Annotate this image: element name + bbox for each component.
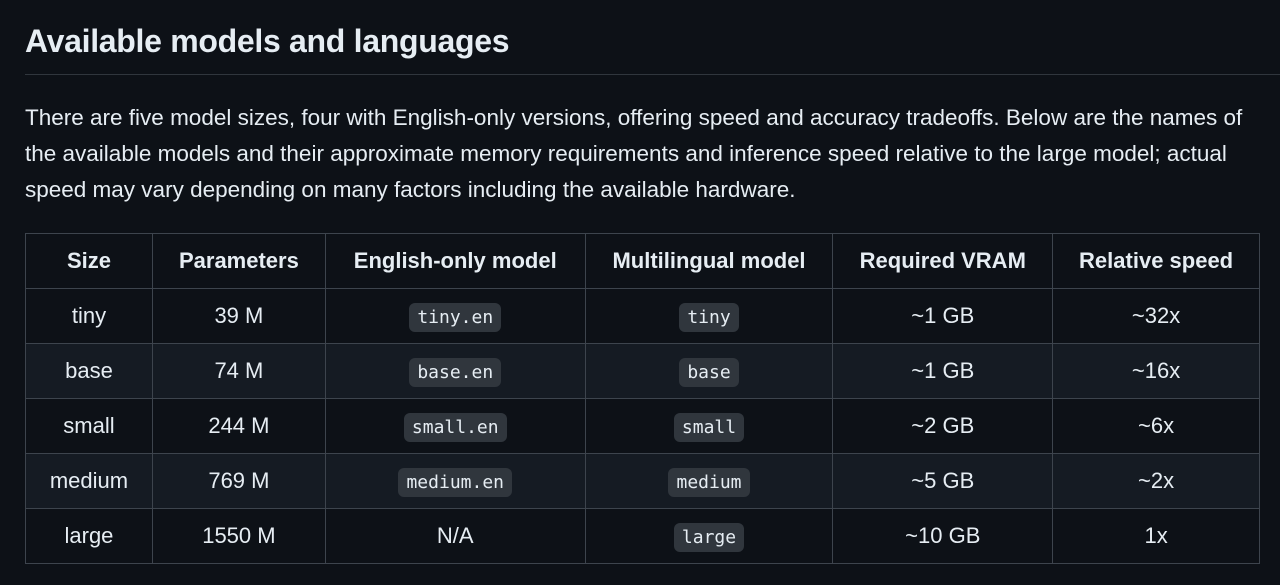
table-row: small 244 M small.en small ~2 GB ~6x: [25, 398, 1260, 454]
cell-multilingual: small: [584, 398, 834, 454]
cell-speed: ~6x: [1052, 398, 1260, 454]
cell-parameters: 1550 M: [151, 508, 326, 564]
cell-vram: ~2 GB: [832, 398, 1054, 454]
code-multilingual: medium: [668, 468, 750, 497]
cell-parameters: 244 M: [151, 398, 326, 454]
cell-english-only: small.en: [324, 398, 586, 454]
cell-speed: 1x: [1052, 508, 1260, 564]
cell-parameters: 769 M: [151, 453, 326, 509]
cell-vram: ~5 GB: [832, 453, 1054, 509]
cell-size: base: [25, 343, 153, 399]
cell-multilingual: large: [584, 508, 834, 564]
code-english-only: tiny.en: [409, 303, 502, 332]
markdown-section: Available models and languages There are…: [25, 0, 1280, 564]
cell-parameters: 74 M: [151, 343, 326, 399]
cell-vram: ~10 GB: [832, 508, 1054, 564]
cell-speed: ~16x: [1052, 343, 1260, 399]
cell-speed: ~32x: [1052, 288, 1260, 344]
header-required-vram: Required VRAM: [832, 233, 1054, 289]
code-english-only: base.en: [409, 358, 502, 387]
header-size: Size: [25, 233, 153, 289]
cell-vram: ~1 GB: [832, 343, 1054, 399]
cell-size: medium: [25, 453, 153, 509]
code-multilingual: small: [673, 413, 745, 442]
cell-english-only: tiny.en: [324, 288, 586, 344]
table-header-row: Size Parameters English-only model Multi…: [25, 233, 1260, 289]
cell-multilingual: tiny: [584, 288, 834, 344]
cell-vram: ~1 GB: [832, 288, 1054, 344]
table-row: tiny 39 M tiny.en tiny ~1 GB ~32x: [25, 288, 1260, 344]
header-english-only-model: English-only model: [324, 233, 586, 289]
cell-size: tiny: [25, 288, 153, 344]
header-relative-speed: Relative speed: [1052, 233, 1260, 289]
table-row: base 74 M base.en base ~1 GB ~16x: [25, 343, 1260, 399]
code-english-only: small.en: [403, 413, 507, 442]
cell-size: large: [25, 508, 153, 564]
models-table: Size Parameters English-only model Multi…: [25, 233, 1260, 564]
code-multilingual: tiny: [679, 303, 739, 332]
cell-english-only: N/A: [324, 508, 586, 564]
code-english-only: medium.en: [398, 468, 513, 497]
cell-multilingual: medium: [584, 453, 834, 509]
code-multilingual: base: [679, 358, 739, 387]
cell-speed: ~2x: [1052, 453, 1260, 509]
cell-size: small: [25, 398, 153, 454]
intro-paragraph: There are five model sizes, four with En…: [25, 105, 1243, 202]
table-row: large 1550 M N/A large ~10 GB 1x: [25, 508, 1260, 564]
header-parameters: Parameters: [151, 233, 326, 289]
section-heading: Available models and languages: [25, 0, 1280, 75]
header-multilingual-model: Multilingual model: [584, 233, 834, 289]
cell-english-only: medium.en: [324, 453, 586, 509]
cell-english-only: base.en: [324, 343, 586, 399]
table-row: medium 769 M medium.en medium ~5 GB ~2x: [25, 453, 1260, 509]
code-multilingual: large: [673, 523, 745, 552]
cell-multilingual: base: [584, 343, 834, 399]
cell-parameters: 39 M: [151, 288, 326, 344]
